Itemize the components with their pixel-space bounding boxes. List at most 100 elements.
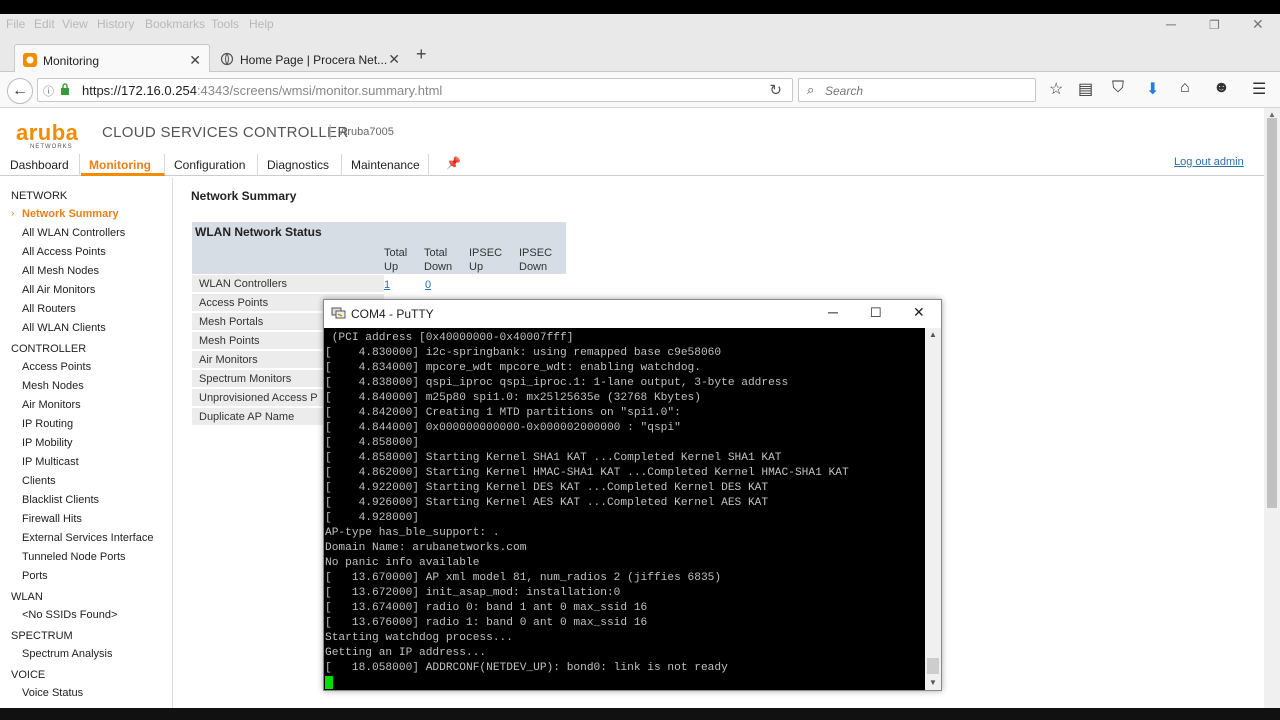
home-icon[interactable]: ⌂: [1180, 79, 1190, 97]
terminal-line: AP-type has_ble_support: .: [325, 527, 500, 539]
menu-bookmarks[interactable]: Bookmarks: [145, 17, 205, 31]
column-header-total-down: Total Down: [424, 246, 452, 274]
sidebar-item-access-points[interactable]: Access Points: [22, 361, 91, 373]
terminal-line: [ 4.858000] Starting Kernel SHA1 KAT ...…: [325, 452, 782, 464]
tab-close-icon[interactable]: ✕: [189, 52, 201, 69]
info-icon[interactable]: ⓘ: [43, 83, 54, 99]
scrollbar-thumb[interactable]: [1267, 118, 1277, 508]
terminal-output[interactable]: (PCI address [0x40000000-0x40007fff] [ 4.…: [324, 328, 925, 690]
browser-navbar: ← ⓘ https://172.16.0.254:4343/screens/wm…: [0, 72, 1280, 108]
tab-monitoring[interactable]: Monitoring: [81, 154, 165, 176]
column-header-line: Up: [384, 261, 399, 273]
sidebar-item-firewall-hits[interactable]: Firewall Hits: [22, 513, 82, 525]
sidebar-item-mesh-nodes[interactable]: Mesh Nodes: [22, 380, 84, 392]
tab-configuration[interactable]: Configuration: [166, 154, 258, 176]
wlan-controllers-total-up-link[interactable]: 1: [384, 279, 390, 291]
column-header-line: Down: [519, 261, 548, 273]
scroll-down-icon[interactable]: ▼: [929, 678, 937, 687]
sidebar-item-all-access-points[interactable]: All Access Points: [22, 246, 106, 258]
scroll-up-icon[interactable]: ▲: [929, 330, 937, 339]
sidebar-item-blacklist-clients[interactable]: Blacklist Clients: [22, 494, 99, 506]
hamburger-menu-icon[interactable]: ☰: [1252, 79, 1266, 99]
logo-text: aruba: [16, 120, 79, 145]
menu-file[interactable]: File: [6, 17, 25, 31]
close-icon[interactable]: ✕: [1252, 16, 1264, 33]
page-scrollbar[interactable]: ▲: [1264, 108, 1280, 708]
sidebar-item-ip-mobility[interactable]: IP Mobility: [22, 437, 73, 449]
sidebar-item-all-routers[interactable]: All Routers: [22, 303, 76, 315]
back-arrow-icon[interactable]: ←: [7, 78, 33, 104]
terminal-line: Domain Name: arubanetworks.com: [325, 542, 527, 554]
sidebar-item-no-ssids[interactable]: <No SSIDs Found>: [22, 609, 117, 621]
sidebar-item-external-services-interface[interactable]: External Services Interface: [22, 532, 153, 544]
column-header-ipsec-down: IPSEC Down: [519, 246, 552, 274]
pushpin-icon[interactable]: 📌: [446, 156, 461, 170]
terminal-line: [ 4.840000] m25p80 spi1.0: mx25l25635e (…: [325, 392, 701, 404]
scrollbar-thumb[interactable]: [927, 658, 939, 674]
close-icon[interactable]: ✕: [913, 304, 925, 321]
tab-monitoring[interactable]: Monitoring ✕: [14, 44, 210, 73]
sidebar-item-ports[interactable]: Ports: [22, 570, 48, 582]
sidebar-item-all-air-monitors[interactable]: All Air Monitors: [22, 284, 95, 296]
terminal-line: No panic info available: [325, 557, 480, 569]
sidebar-section-voice: VOICE: [11, 669, 46, 681]
tab-diagnostics[interactable]: Diagnostics: [259, 154, 342, 176]
terminal-line: [ 4.862000] Starting Kernel HMAC-SHA1 KA…: [325, 467, 849, 479]
minimize-icon[interactable]: ─: [828, 304, 838, 320]
putty-titlebar[interactable]: COM4 - PuTTY ─ ☐ ✕: [324, 300, 941, 327]
sidebar-item-tunneled-node-ports[interactable]: Tunneled Node Ports: [22, 551, 126, 563]
bookmark-star-icon[interactable]: ☆: [1049, 79, 1063, 99]
wlan-controllers-total-down-link[interactable]: 0: [425, 279, 431, 291]
sidebar-item-all-mesh-nodes[interactable]: All Mesh Nodes: [22, 265, 99, 277]
smiley-icon[interactable]: ☻: [1213, 79, 1230, 97]
terminal-line: (PCI address [0x40000000-0x40007fff]: [325, 332, 574, 344]
new-tab-icon[interactable]: +: [416, 44, 427, 65]
tab-home-page[interactable]: Home Page | Procera Net... ✕: [212, 44, 408, 73]
sidebar-section-spectrum: SPECTRUM: [11, 630, 73, 642]
sidebar-item-clients[interactable]: Clients: [22, 475, 56, 487]
tab-maintenance[interactable]: Maintenance: [343, 154, 429, 176]
minimize-icon[interactable]: ─: [1166, 16, 1176, 32]
terminal-line: Getting an IP address...: [325, 647, 487, 659]
sidebar-item-air-monitors[interactable]: Air Monitors: [22, 399, 81, 411]
search-placeholder: Search: [825, 84, 864, 98]
sidebar-section-network: NETWORK: [11, 190, 68, 202]
sidebar-item-voice-status[interactable]: Voice Status: [22, 687, 83, 699]
tab-monitoring-label: Monitoring: [43, 54, 100, 68]
putty-window[interactable]: COM4 - PuTTY ─ ☐ ✕ (PCI address [0x40000…: [323, 299, 942, 691]
tab-close-icon[interactable]: ✕: [388, 51, 400, 68]
sidebar-item-all-wlan-controllers[interactable]: All WLAN Controllers: [22, 227, 125, 239]
logout-link[interactable]: Log out admin: [1174, 156, 1244, 168]
download-icon[interactable]: ⬇: [1146, 79, 1159, 99]
reload-icon[interactable]: ↻: [769, 81, 782, 99]
column-header-line: IPSEC: [519, 247, 553, 259]
column-header-ipsec-up: IPSEC Up: [469, 246, 502, 274]
logo-subtext: NETWORKS: [30, 144, 73, 150]
menu-help[interactable]: Help: [249, 17, 274, 31]
tab-dashboard[interactable]: Dashboard: [2, 154, 80, 176]
restore-icon[interactable]: ❐: [1209, 18, 1220, 32]
sidebar-item-network-summary[interactable]: Network Summary: [22, 208, 119, 220]
title-separator: |: [328, 123, 333, 140]
terminal-scrollbar[interactable]: ▲ ▼: [925, 328, 941, 690]
sidebar: NETWORK › Network Summary All WLAN Contr…: [0, 178, 173, 708]
sidebar-item-spectrum-analysis[interactable]: Spectrum Analysis: [22, 648, 112, 660]
menu-edit[interactable]: Edit: [34, 17, 55, 31]
browser-tabbar: Monitoring ✕ Home Page | Procera Net... …: [0, 38, 1280, 73]
row-wlan-controllers: WLAN Controllers: [192, 275, 384, 293]
menu-tools[interactable]: Tools: [211, 17, 239, 31]
reading-list-icon[interactable]: ▤: [1078, 79, 1093, 99]
pocket-icon[interactable]: ⛉: [1112, 79, 1124, 97]
search-input[interactable]: ⌕ Search: [798, 78, 1036, 102]
menu-view[interactable]: View: [62, 17, 88, 31]
terminal-prompt-line: [325, 676, 925, 690]
sidebar-item-all-wlan-clients[interactable]: All WLAN Clients: [22, 322, 106, 334]
maximize-icon[interactable]: ☐: [870, 305, 882, 321]
address-bar[interactable]: ⓘ https://172.16.0.254:4343/screens/wmsi…: [37, 78, 793, 102]
sidebar-item-ip-multicast[interactable]: IP Multicast: [22, 456, 79, 468]
aruba-logo: aruba NETWORKS: [16, 120, 79, 150]
menu-history[interactable]: History: [97, 17, 134, 31]
product-title: CLOUD SERVICES CONTROLLER: [102, 124, 349, 141]
sidebar-section-controller: CONTROLLER: [11, 343, 87, 355]
sidebar-item-ip-routing[interactable]: IP Routing: [22, 418, 73, 430]
